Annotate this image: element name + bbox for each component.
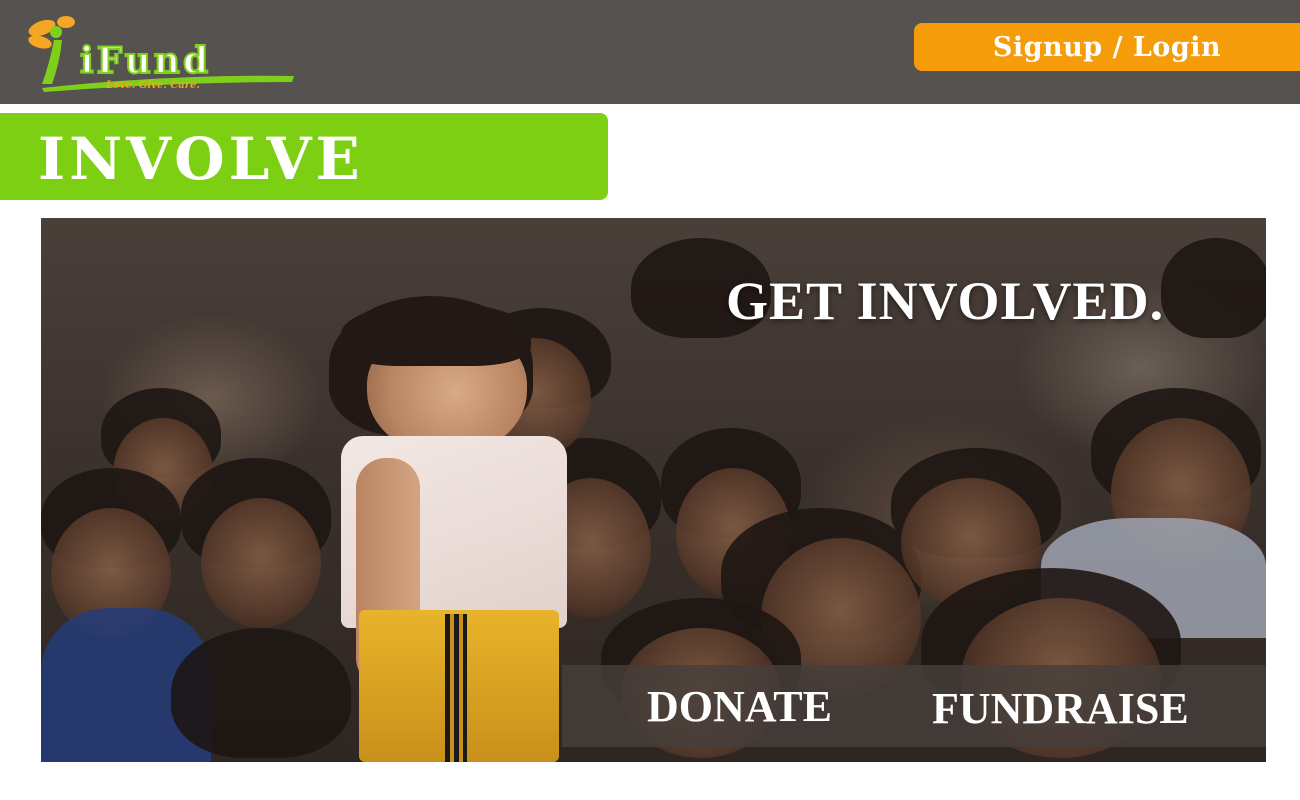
logo-tagline: Love. Give. Care.: [106, 80, 200, 91]
site-header: iFund Love. Give. Care. Signup / Login: [0, 0, 1300, 104]
hero-image: GET INVOLVED. DONATE FUNDRAISE: [41, 218, 1266, 762]
fundraise-button[interactable]: FUNDRAISE: [932, 683, 1189, 734]
cta-bar: DONATE FUNDRAISE: [562, 665, 1266, 747]
crowd-child: [201, 498, 321, 628]
page-title: INVOLVE: [38, 125, 364, 193]
child-shorts-stripe: [445, 614, 467, 762]
donate-button[interactable]: DONATE: [647, 681, 832, 732]
hero-headline: GET INVOLVED.: [726, 271, 1165, 331]
ifund-logo[interactable]: iFund Love. Give. Care.: [22, 12, 302, 92]
crowd-child: [171, 628, 351, 758]
signup-login-button[interactable]: Signup / Login: [914, 23, 1300, 71]
crowd-child: [1161, 238, 1266, 338]
involve-banner: INVOLVE: [0, 113, 608, 200]
logo-text: iFund: [79, 39, 212, 83]
child-bangs: [341, 302, 531, 366]
